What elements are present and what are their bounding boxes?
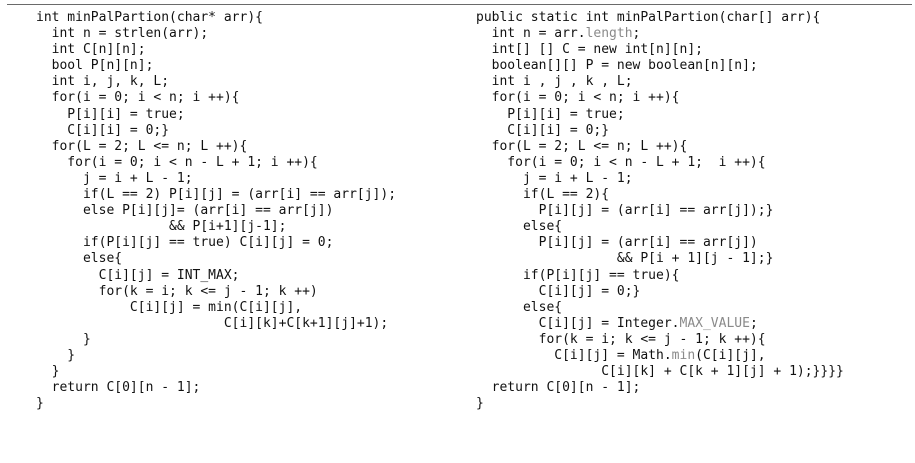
java-code-line: return C[0][n - 1]; <box>476 380 641 396</box>
member-token: MAX_VALUE <box>679 315 750 331</box>
java-code-line: C[i][j] = 0;} <box>476 283 641 299</box>
c-code-line: for(i = 0; i < n; i ++){ <box>36 90 240 106</box>
java-code-line: boolean[][] P = new boolean[n][n]; <box>476 58 758 74</box>
member-token: min <box>671 347 696 363</box>
java-code-line: for(L = 2; L <= n; L ++){ <box>476 138 688 154</box>
member-token: length <box>585 26 633 42</box>
c-code-listing: int minPalPartion(char* arr){ int n = st… <box>36 10 396 412</box>
c-code-line: C[i][j] = min(C[i][j], <box>36 299 303 315</box>
java-code-line: P[i][j] = (arr[i] == arr[j]) <box>476 235 758 251</box>
c-code-line: bool P[n][n]; <box>36 58 154 74</box>
java-code-line: } <box>476 396 484 412</box>
c-code-line: && P[i+1][j-1]; <box>36 219 287 235</box>
c-code-line: j = i + L - 1; <box>36 170 193 186</box>
c-code-line: } <box>36 347 76 363</box>
java-code-line: int n = arr.length; <box>476 26 641 42</box>
c-code-line: int i, j, k, L; <box>36 74 170 90</box>
java-code-line: else{ <box>476 299 563 315</box>
c-code-line: if(P[i][j] == true) C[i][j] = 0; <box>36 235 334 251</box>
c-code-line: for(L = 2; L <= n; L ++){ <box>36 138 248 154</box>
java-code-line: P[i][j] = (arr[i] == arr[j]);} <box>476 203 774 219</box>
c-code-line: } <box>36 331 91 347</box>
java-code-line: for(i = 0; i < n; i ++){ <box>476 90 680 106</box>
java-code-line: for(k = i; k <= j - 1; k ++){ <box>476 331 766 347</box>
c-code-line: C[i][i] = 0;} <box>36 122 170 138</box>
c-code-line: if(L == 2) P[i][j] = (arr[i] == arr[j]); <box>36 187 397 203</box>
java-code-line: int i , j , k , L; <box>476 74 633 90</box>
c-code-line: else P[i][j]= (arr[i] == arr[j]) <box>36 203 334 219</box>
c-code-line: int C[n][n]; <box>36 42 146 58</box>
c-code-line: P[i][i] = true; <box>36 106 185 122</box>
c-code-line: return C[0][n - 1]; <box>36 380 201 396</box>
java-code-line: C[i][j] = Integer.MAX_VALUE; <box>476 315 758 331</box>
c-code-line: C[i][j] = INT_MAX; <box>36 267 240 283</box>
c-code-line: C[i][k]+C[k+1][j]+1); <box>36 315 389 331</box>
top-rule <box>7 4 912 5</box>
java-code-line: C[i][k] + C[k + 1][j] + 1);}}}} <box>476 364 844 380</box>
java-code-line: C[i][i] = 0;} <box>476 122 610 138</box>
c-code-line: } <box>36 396 44 412</box>
java-code-line: C[i][j] = Math.min(C[i][j], <box>476 347 766 363</box>
java-code-line: if(P[i][j] == true){ <box>476 267 680 283</box>
c-code-line: for(k = i; k <= j - 1; k ++) <box>36 283 318 299</box>
c-code-line: int n = strlen(arr); <box>36 26 209 42</box>
c-code-line: } <box>36 364 60 380</box>
c-code-line: for(i = 0; i < n - L + 1; i ++){ <box>36 154 318 170</box>
java-code-line: && P[i + 1][j - 1];} <box>476 251 774 267</box>
java-code-listing: public static int minPalPartion(char[] a… <box>476 10 844 412</box>
java-code-line: P[i][i] = true; <box>476 106 625 122</box>
c-code-line: int minPalPartion(char* arr){ <box>36 10 263 25</box>
java-code-line: public static int minPalPartion(char[] a… <box>476 10 821 25</box>
java-code-line: else{ <box>476 219 563 235</box>
java-code-line: for(i = 0; i < n - L + 1; i ++){ <box>476 154 766 170</box>
java-code-line: j = i + L - 1; <box>476 170 633 186</box>
java-code-line: int[] [] C = new int[n][n]; <box>476 42 703 58</box>
c-code-line: else{ <box>36 251 123 267</box>
java-code-line: if(L == 2){ <box>476 187 610 203</box>
